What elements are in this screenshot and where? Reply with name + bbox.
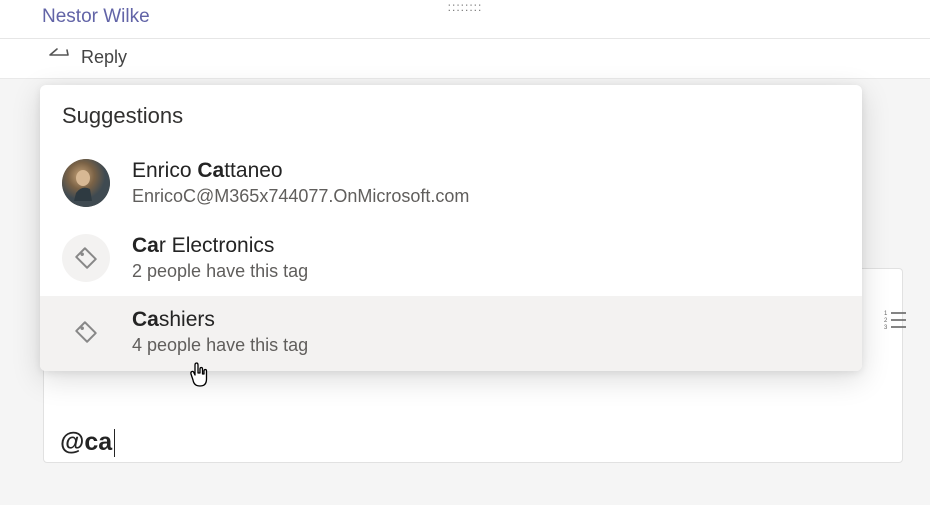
mention-input-text[interactable]: @ca — [60, 428, 115, 457]
window-drag-handle[interactable]: :::::::: — [448, 0, 483, 14]
suggestions-header: Suggestions — [40, 99, 862, 147]
mention-suggestions-panel: Suggestions Enrico Cattaneo Enric — [40, 85, 862, 371]
suggestion-title: Enrico Cattaneo — [132, 158, 469, 184]
suggestion-item-tag[interactable]: Cashiers 4 people have this tag — [40, 296, 862, 371]
avatar — [62, 159, 110, 207]
numbered-list-icon[interactable]: 1 2 3 — [884, 310, 906, 335]
svg-text:2: 2 — [884, 318, 888, 324]
suggestion-subtitle: EnricoC@M365x744077.OnMicrosoft.com — [132, 184, 469, 208]
svg-text:3: 3 — [884, 325, 888, 330]
reply-button[interactable]: Reply — [0, 39, 930, 79]
text-cursor — [114, 429, 115, 457]
suggestion-title: Car Electronics — [132, 233, 308, 259]
tag-icon — [62, 308, 110, 356]
tag-icon — [62, 234, 110, 282]
reply-label: Reply — [81, 47, 127, 68]
reply-arrow-icon — [48, 47, 70, 68]
svg-text:1: 1 — [884, 311, 888, 317]
suggestion-subtitle: 4 people have this tag — [132, 333, 308, 357]
suggestion-item-tag[interactable]: Car Electronics 2 people have this tag — [40, 222, 862, 297]
suggestion-subtitle: 2 people have this tag — [132, 259, 308, 283]
suggestion-item-person[interactable]: Enrico Cattaneo EnricoC@M365x744077.OnMi… — [40, 147, 862, 222]
suggestion-title: Cashiers — [132, 307, 308, 333]
